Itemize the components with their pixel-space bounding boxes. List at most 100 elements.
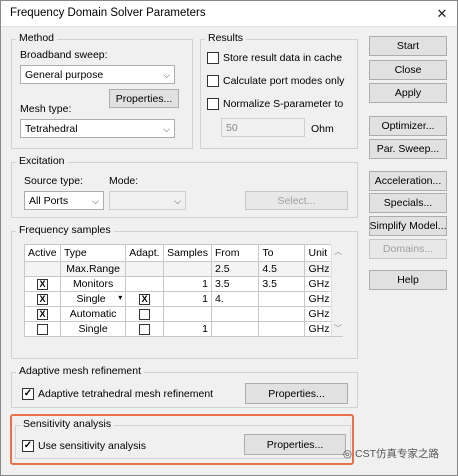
broadband-sweep-select[interactable]: General purpose ⌵ (20, 65, 175, 84)
cell-samples[interactable]: 1 (163, 291, 212, 307)
source-type-select[interactable]: All Ports ⌵ (24, 191, 104, 210)
cell-samples-text: 1 (202, 323, 208, 335)
start-button[interactable]: Start (369, 36, 447, 56)
active-checkbox[interactable]: X (36, 308, 48, 320)
cell-unit-text: GHz (308, 308, 330, 320)
chevron-down-icon: ⌵ (163, 70, 170, 80)
column-header-from[interactable]: From (210, 244, 260, 262)
watermark-text: CST仿真专家之路 (355, 448, 439, 460)
table-row[interactable]: X Automatic GHz (24, 306, 343, 322)
table-row[interactable]: X Single ▾ X 1 4. GHz (24, 291, 343, 307)
cell-adapt[interactable] (125, 261, 165, 277)
cell-active[interactable]: X (24, 291, 61, 307)
column-header-adapt[interactable]: Adapt. (125, 244, 165, 262)
column-header-type[interactable]: Type (59, 244, 127, 262)
cell-from[interactable] (210, 321, 260, 337)
mode-select[interactable]: ⌵ (109, 191, 186, 210)
cell-type-text: Max.Range (66, 263, 120, 275)
normalize-checkbox[interactable] (207, 98, 219, 110)
table-row[interactable]: Single 1 GHz (24, 321, 343, 337)
scroll-down-icon[interactable]: ﹀ (334, 323, 342, 334)
domains-button[interactable]: Domains... (369, 239, 447, 259)
specials-button[interactable]: Specials... (369, 193, 447, 213)
table-scrollbar[interactable]: ︿ ﹀ (331, 244, 344, 336)
cell-adapt[interactable] (125, 306, 165, 322)
cell-type-text: Single (76, 293, 106, 305)
cell-adapt[interactable] (125, 321, 165, 337)
frequency-samples-table: Active Type Adapt. Samples From To Unit … (24, 244, 343, 337)
chevron-down-icon: ⌵ (174, 196, 181, 206)
dropdown-arrow-icon[interactable]: ▾ (118, 293, 122, 302)
cell-adapt[interactable] (125, 276, 165, 292)
cell-to[interactable] (258, 321, 306, 337)
cell-adapt[interactable]: X (125, 291, 165, 307)
adapt-checkbox[interactable] (139, 323, 151, 335)
cell-active[interactable] (24, 261, 61, 277)
cell-to[interactable]: 3.5 (258, 276, 306, 292)
results-group-label: Results (205, 32, 247, 44)
adaptive-mesh-checkbox[interactable]: ✓ (22, 388, 34, 400)
results-group: Results Store result data in cache Calcu… (200, 32, 358, 149)
cell-from-text: 2.5 (214, 263, 230, 275)
mesh-type-label: Mesh type: (20, 103, 72, 115)
cell-from[interactable] (210, 306, 260, 322)
adapt-checkbox[interactable] (139, 308, 151, 320)
active-checkbox[interactable]: X (36, 278, 48, 290)
solver-dialog: Frequency Domain Solver Parameters ✕ Met… (0, 0, 458, 476)
cell-to[interactable] (258, 291, 306, 307)
cell-type[interactable]: Automatic (59, 306, 127, 322)
scroll-up-icon[interactable]: ︿ (334, 246, 342, 257)
help-button[interactable]: Help (369, 270, 447, 290)
cell-unit-text: GHz (308, 263, 330, 275)
table-row[interactable]: X Monitors 1 3.5 3.5 GHz (24, 276, 343, 292)
store-result-checkbox[interactable] (207, 52, 219, 64)
cell-from[interactable]: 3.5 (210, 276, 260, 292)
cell-samples[interactable] (163, 261, 212, 277)
cell-samples[interactable]: 1 (163, 321, 212, 337)
column-header-active[interactable]: Active (24, 244, 61, 262)
ohm-unit-label: Ohm (311, 123, 334, 135)
cell-from[interactable]: 4. (210, 291, 260, 307)
watermark: ◎ CST仿真专家之路 (343, 446, 439, 461)
optimizer-button[interactable]: Optimizer... (369, 116, 447, 136)
cell-to[interactable]: 4.5 (258, 261, 306, 277)
cell-to-text: 4.5 (262, 263, 278, 275)
cell-type[interactable]: Monitors (59, 276, 127, 292)
cell-unit-text: GHz (308, 278, 330, 290)
par-sweep-button[interactable]: Par. Sweep... (369, 139, 447, 159)
cell-active[interactable]: X (24, 276, 61, 292)
method-properties-button[interactable]: Properties... (109, 89, 179, 108)
close-icon[interactable]: ✕ (433, 5, 451, 23)
source-type-label: Source type: (24, 175, 83, 187)
adaptive-properties-button[interactable]: Properties... (245, 383, 348, 404)
column-header-to[interactable]: To (258, 244, 306, 262)
cell-from[interactable]: 2.5 (210, 261, 260, 277)
cell-samples[interactable] (163, 306, 212, 322)
table-header-row: Active Type Adapt. Samples From To Unit (24, 244, 343, 262)
port-modes-checkbox[interactable] (207, 75, 219, 87)
column-header-samples[interactable]: Samples (163, 244, 212, 262)
cell-type-text: Automatic (69, 308, 117, 320)
active-checkbox[interactable]: X (36, 293, 48, 305)
cell-from-text: 3.5 (214, 278, 230, 290)
close-button[interactable]: Close (369, 60, 447, 80)
adapt-checkbox[interactable]: X (139, 293, 151, 305)
port-modes-label: Calculate port modes only (223, 75, 345, 87)
cell-type[interactable]: Max.Range (59, 261, 127, 277)
cell-to[interactable] (258, 306, 306, 322)
cell-type[interactable]: Single ▾ (59, 291, 127, 307)
method-group-label: Method (16, 32, 58, 44)
cell-samples[interactable]: 1 (163, 276, 212, 292)
cell-active[interactable] (24, 321, 61, 337)
acceleration-button[interactable]: Acceleration... (369, 171, 447, 191)
broadband-sweep-label: Broadband sweep: (20, 49, 108, 61)
apply-button[interactable]: Apply (369, 83, 447, 103)
cell-active[interactable]: X (24, 306, 61, 322)
mesh-type-select[interactable]: Tetrahedral ⌵ (20, 119, 175, 138)
simplify-model-button[interactable]: Simplify Model... (369, 216, 447, 236)
normalize-impedance-input[interactable]: 50 (221, 118, 305, 137)
cell-type[interactable]: Single (59, 321, 127, 337)
active-checkbox[interactable] (36, 323, 48, 335)
table-row[interactable]: Max.Range 2.5 4.5 GHz (24, 261, 343, 277)
select-ports-button[interactable]: Select... (245, 191, 348, 210)
